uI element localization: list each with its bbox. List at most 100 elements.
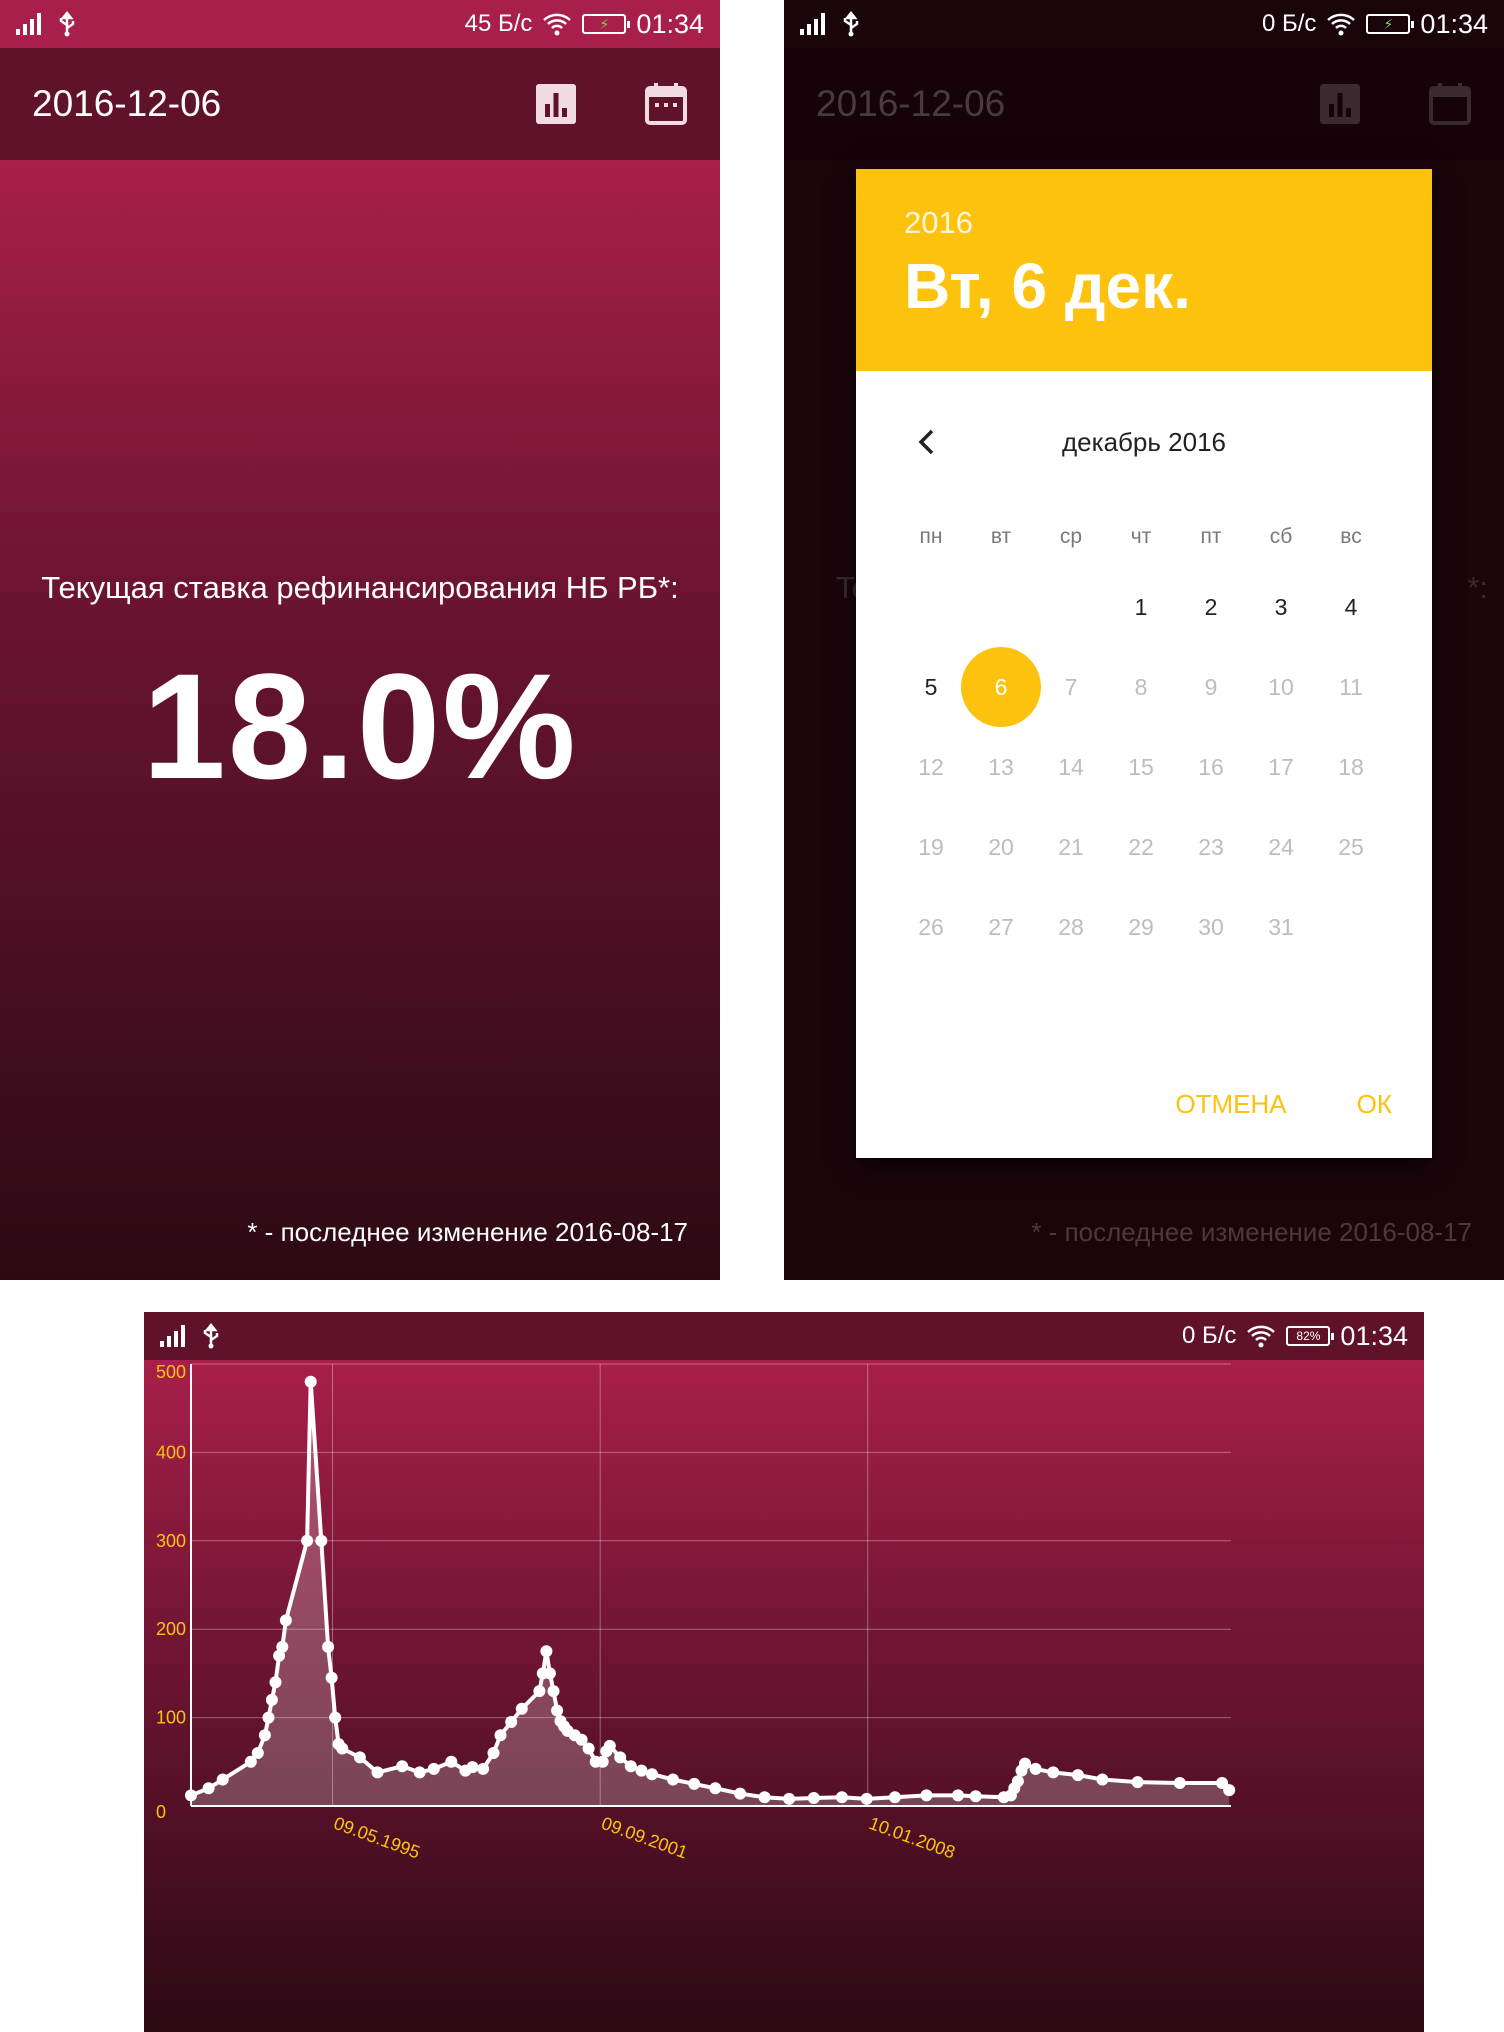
bar-chart-icon[interactable]	[1318, 82, 1362, 126]
day-number: 7	[1064, 673, 1078, 700]
y-tick-label: 300	[156, 1531, 186, 1551]
day-number: 22	[1128, 833, 1154, 860]
y-tick-label: 0	[156, 1802, 166, 1822]
weekday-label: пн	[919, 525, 943, 548]
data-point	[533, 1685, 546, 1698]
calendar-week: 19 20 21 22 23 24 25	[896, 807, 1386, 887]
data-point	[624, 1760, 637, 1773]
rate-value: 18.0%	[142, 642, 578, 810]
data-point	[445, 1755, 458, 1768]
data-point	[477, 1762, 490, 1775]
calendar-day: 9	[1176, 674, 1246, 701]
wifi-icon	[1247, 1325, 1276, 1348]
data-point	[216, 1773, 229, 1786]
data-point	[262, 1711, 275, 1724]
day-number: 29	[1128, 913, 1154, 940]
data-point	[1047, 1766, 1060, 1779]
data-point	[667, 1773, 679, 1786]
month-navigation: декабрь 2016	[856, 417, 1432, 477]
data-point	[783, 1792, 796, 1805]
usb-icon	[843, 11, 859, 37]
data-point	[301, 1534, 314, 1547]
calendar-week: 5 6 7 8 9 10 11	[896, 647, 1386, 727]
data-point	[258, 1729, 271, 1742]
calendar-day: 8	[1106, 674, 1176, 701]
clock: 01:34	[1420, 8, 1488, 39]
data-point	[269, 1676, 282, 1689]
data-point	[688, 1777, 701, 1790]
rate-screen: 45 Б/с ⚡ 01:34 2016-12-06 Текущая ставка…	[0, 0, 720, 1280]
calendar-day: 17	[1246, 754, 1316, 781]
dialog-header: 2016 Вт, 6 дек.	[856, 169, 1432, 371]
x-tick-label: 09.05.1995	[331, 1813, 423, 1863]
data-point	[396, 1760, 409, 1773]
x-tick-label: 10.01.2008	[866, 1813, 958, 1863]
cancel-button[interactable]: ОТМЕНА	[1175, 1089, 1286, 1120]
day-number: 11	[1339, 673, 1363, 700]
battery-icon: ⚡	[1366, 14, 1415, 34]
calendar-day[interactable]: 4	[1316, 594, 1386, 621]
calendar-day: 13	[966, 754, 1036, 781]
app-bar: 2016-12-06	[784, 48, 1504, 160]
app-bar: 2016-12-06	[0, 48, 720, 160]
calendar-day: 23	[1176, 834, 1246, 861]
day-number: 6	[994, 673, 1008, 700]
date-title: 2016-12-06	[816, 83, 1006, 124]
calendar-icon[interactable]	[644, 82, 688, 126]
calendar-day[interactable]: 3	[1246, 594, 1316, 621]
battery-icon: ⚡	[582, 14, 631, 34]
ok-button[interactable]: ОК	[1357, 1089, 1392, 1120]
calendar-icon[interactable]	[1428, 82, 1472, 126]
data-point	[466, 1761, 479, 1774]
usb-icon	[59, 11, 75, 37]
data-point	[920, 1789, 933, 1802]
data-point	[646, 1768, 658, 1781]
network-speed: 0 Б/с	[1181, 1322, 1237, 1349]
data-point	[515, 1702, 528, 1715]
y-tick-label: 200	[156, 1619, 186, 1639]
bar-chart-icon[interactable]	[534, 82, 578, 126]
data-point	[336, 1742, 349, 1755]
data-point	[265, 1693, 278, 1706]
day-number: 31	[1268, 913, 1294, 940]
day-number: 28	[1058, 913, 1084, 940]
day-number: 2	[1204, 593, 1218, 620]
day-number: 15	[1128, 753, 1154, 780]
data-point	[860, 1792, 873, 1805]
network-speed: 45 Б/с	[464, 10, 533, 37]
calendar-day: 26	[896, 914, 966, 941]
calendar-day: 15	[1106, 754, 1176, 781]
calendar-day[interactable]: 5	[896, 674, 966, 701]
rate-label: Текущая ставка рефинансирования НБ РБ*:	[41, 570, 679, 605]
date-title: 2016-12-06	[32, 83, 222, 124]
signal-icon	[160, 1325, 190, 1347]
data-point	[251, 1747, 264, 1759]
selected-year[interactable]: 2016	[904, 205, 1384, 241]
clock: 01:34	[636, 8, 704, 39]
data-point	[185, 1789, 197, 1802]
calendar-day[interactable]: 1	[1106, 594, 1176, 621]
day-number: 16	[1198, 753, 1224, 780]
day-number: 5	[924, 673, 938, 700]
x-tick-label: 09.09.2001	[599, 1813, 691, 1863]
calendar-day[interactable]: 2	[1176, 594, 1246, 621]
data-point	[1029, 1762, 1042, 1775]
day-number: 13	[988, 753, 1014, 780]
data-point	[1096, 1773, 1109, 1786]
calendar-day: 28	[1036, 914, 1106, 941]
dimmed-rate-label-end: *:	[1467, 570, 1488, 605]
data-point	[582, 1742, 595, 1755]
data-point	[322, 1640, 335, 1653]
calendar-day: 21	[1036, 834, 1106, 861]
day-number: 19	[918, 833, 944, 860]
data-point	[325, 1671, 338, 1684]
data-point	[596, 1755, 609, 1768]
weekday-label: чт	[1130, 525, 1152, 548]
data-point	[279, 1614, 292, 1627]
y-tick-label: 400	[156, 1442, 186, 1462]
selected-day[interactable]: 6	[961, 647, 1041, 727]
data-point	[371, 1766, 384, 1779]
network-speed: 0 Б/с	[1261, 10, 1317, 37]
day-number: 23	[1198, 833, 1224, 860]
last-change-footnote: * - последнее изменение 2016-08-17	[247, 1217, 688, 1247]
